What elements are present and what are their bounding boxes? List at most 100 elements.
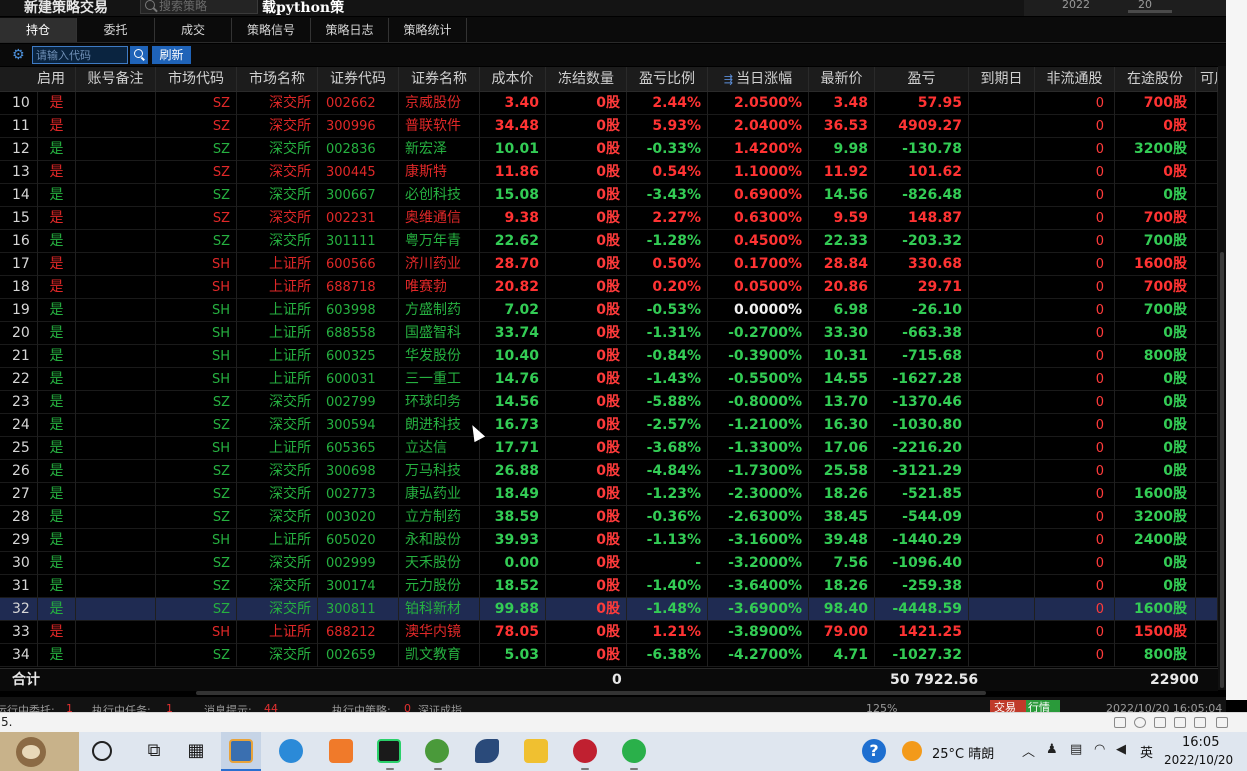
column-header[interactable]: 启用 <box>0 67 76 92</box>
table-row[interactable]: 21 是 SH 上证所 600325 华发股份 10.40 0股 -0.84% -0.3900% 1… <box>0 345 1218 368</box>
table-row[interactable]: 18 是 SH 上证所 688718 唯赛勃 20.82 0股 0.20% 0.0500% 20.8… <box>0 276 1218 299</box>
python-snake-icon[interactable] <box>425 739 449 763</box>
chat-app-icon[interactable] <box>329 739 353 763</box>
weather-text[interactable]: 25°C 晴朗 <box>932 743 994 762</box>
table-row[interactable]: 12 是 SZ 深交所 002836 新宏泽 10.01 0股 -0.33% 1.4200% 9.9… <box>0 138 1218 161</box>
column-header[interactable]: 在途股份 <box>1115 67 1196 92</box>
message-icon[interactable]: ▤ <box>1070 742 1082 757</box>
column-header[interactable]: 盈亏 <box>875 67 969 92</box>
table-row[interactable]: 34 是 SZ 深交所 002659 凯文教育 5.03 0股 -6.38% -4.2700% 4.… <box>0 644 1218 667</box>
trade-label[interactable]: 交易 <box>994 699 1016 712</box>
print-icon[interactable] <box>1194 717 1206 728</box>
table-row[interactable]: 25 是 SH 上证所 605365 立达信 17.71 0股 -3.68% -1.3300% 17… <box>0 437 1218 460</box>
table-row[interactable]: 28 是 SZ 深交所 003020 立方制药 38.59 0股 -0.36% -2.6300% 3… <box>0 506 1218 529</box>
column-header[interactable]: 非流通股 <box>1035 67 1115 92</box>
copy-icon[interactable] <box>1174 717 1186 728</box>
cell-pnl: -2216.20 <box>875 437 969 460</box>
help-icon[interactable]: ? <box>862 739 886 763</box>
status-msg-value[interactable]: 44 <box>264 702 278 712</box>
search-circle-icon[interactable] <box>92 741 112 761</box>
column-header[interactable]: 账号备注 <box>76 67 156 92</box>
cell-pct: -2.57% <box>627 414 708 437</box>
table-row[interactable]: 11 是 SZ 深交所 300996 普联软件 34.48 0股 5.93% 2.0400% 36.… <box>0 115 1218 138</box>
trading-app-icon[interactable] <box>229 739 253 763</box>
column-header[interactable]: 证券代码 <box>318 67 399 92</box>
query-button[interactable] <box>130 46 148 64</box>
table-row[interactable]: 31 是 SZ 深交所 300174 元力股份 18.52 0股 -1.40% -3.6400% 1… <box>0 575 1218 598</box>
table-row[interactable]: 27 是 SZ 深交所 002773 康弘药业 18.49 0股 -1.23% -2.3000% 1… <box>0 483 1218 506</box>
table-row[interactable]: 17 是 SH 上证所 600566 济川药业 28.70 0股 0.50% 0.1700% 28.… <box>0 253 1218 276</box>
table-row[interactable]: 16 是 SZ 深交所 301111 粤万年青 22.62 0股 -1.28% 0.4500% 22… <box>0 230 1218 253</box>
vertical-scrollbar[interactable] <box>1218 66 1226 690</box>
column-header[interactable]: ⇶ 当日涨幅 <box>708 67 809 92</box>
gear-icon[interactable]: ⚙ <box>12 48 26 62</box>
file-explorer-icon[interactable] <box>524 739 548 763</box>
column-header[interactable]: 市场名称 <box>237 67 318 92</box>
cell-pnl: -544.09 <box>875 506 969 529</box>
quote-label[interactable]: 行情 <box>1028 699 1050 712</box>
tab-strategy-signals[interactable]: 策略信号 <box>232 18 311 42</box>
table-row[interactable]: 19 是 SH 上证所 603998 方盛制药 7.02 0股 -0.53% 0.0000% 6.9… <box>0 299 1218 322</box>
table-row[interactable]: 32 是 SZ 深交所 300811 铂科新材 99.88 0股 -1.48% -3.6900% 9… <box>0 598 1218 621</box>
pycharm-icon[interactable] <box>377 739 401 763</box>
tab-strategy-stats[interactable]: 策略统计 <box>389 18 467 42</box>
refresh-icon[interactable] <box>1134 717 1146 728</box>
cell-use: 是 <box>38 460 76 483</box>
column-header[interactable]: 到期日 <box>969 67 1035 92</box>
cell-expire <box>969 299 1035 322</box>
qq-icon[interactable]: ♟ <box>1046 742 1058 757</box>
table-row[interactable]: 13 是 SZ 深交所 300445 康斯特 11.86 0股 0.54% 1.1000% 11.9… <box>0 161 1218 184</box>
weather-sun-icon[interactable] <box>902 741 922 761</box>
column-header[interactable]: 冻结数量 <box>546 67 627 92</box>
ime-indicator[interactable]: 英 <box>1140 742 1153 761</box>
date-slider[interactable] <box>1128 10 1172 13</box>
column-header[interactable]: 市场代码 <box>156 67 237 92</box>
scrollbar-thumb[interactable] <box>1220 252 1224 688</box>
column-header[interactable]: 可用 <box>1196 67 1218 92</box>
table-row[interactable]: 20 是 SH 上证所 688558 国盛智科 33.74 0股 -1.31% -0.2700% 3… <box>0 322 1218 345</box>
cell-avail <box>1196 230 1218 253</box>
table-row[interactable]: 24 是 SZ 深交所 300594 朗进科技 16.73 0股 -2.57% -1.2100% 1… <box>0 414 1218 437</box>
refresh-button[interactable]: 刷新 <box>152 46 191 64</box>
tab-trades[interactable]: 成交 <box>155 18 232 42</box>
tab-positions[interactable]: 持仓 <box>0 18 77 42</box>
wifi-icon[interactable]: ◠ <box>1094 742 1105 757</box>
zoom-level[interactable]: 125% <box>866 702 897 712</box>
broker-app-icon[interactable] <box>573 739 597 763</box>
clock-date[interactable]: 2022/10/20 <box>1164 753 1233 767</box>
widgets-grid-icon[interactable]: ▦ <box>184 739 208 763</box>
column-header[interactable]: 成本价 <box>480 67 546 92</box>
column-header[interactable]: 最新价 <box>809 67 875 92</box>
cell-last: 98.40 <box>809 598 875 621</box>
column-header[interactable]: 证券名称 <box>399 67 480 92</box>
feather-pen-icon[interactable] <box>475 739 499 763</box>
column-header[interactable]: 盈亏比例 <box>627 67 708 92</box>
table-row[interactable]: 14 是 SZ 深交所 300667 必创科技 15.08 0股 -3.43% 0.6900% 14… <box>0 184 1218 207</box>
strategy-search-field[interactable]: 搜索策略 <box>140 0 258 14</box>
volume-icon[interactable]: ◀ <box>1116 742 1126 757</box>
cell-note <box>76 506 156 529</box>
cell-use: 是 <box>38 391 76 414</box>
table-row[interactable]: 22 是 SH 上证所 600031 三一重工 14.76 0股 -1.43% -0.5500% 1… <box>0 368 1218 391</box>
chevron-up-icon[interactable]: ︿ <box>1022 741 1035 760</box>
table-row[interactable]: 15 是 SZ 深交所 002231 奥维通信 9.38 0股 2.27% 0.6300% 9.59… <box>0 207 1218 230</box>
table-row[interactable]: 30 是 SZ 深交所 002999 天禾股份 0.00 0股 - -3.2000% 7.56 -10… <box>0 552 1218 575</box>
table-row[interactable]: 10 是 SZ 深交所 002662 京威股份 3.40 0股 2.44% 2.0500% 3.48… <box>0 92 1218 115</box>
start-button[interactable] <box>0 732 79 771</box>
tab-strategy-log[interactable]: 策略日志 <box>311 18 389 42</box>
task-view-icon[interactable]: ⧉ <box>142 739 166 763</box>
table-row[interactable]: 23 是 SZ 深交所 002799 环球印务 14.56 0股 -5.88% -0.8000% 1… <box>0 391 1218 414</box>
clock-time[interactable]: 16:05 <box>1182 735 1219 750</box>
sound-icon[interactable] <box>1216 717 1228 728</box>
horizontal-scrollbar[interactable] <box>196 691 986 695</box>
save-icon[interactable] <box>1154 717 1166 728</box>
tab-orders[interactable]: 委托 <box>77 18 155 42</box>
table-row[interactable]: 33 是 SH 上证所 688212 澳华内镜 78.05 0股 1.21% -3.8900% 79… <box>0 621 1218 644</box>
table-row[interactable]: 29 是 SH 上证所 605020 永和股份 39.93 0股 -1.13% -3.1600% 3… <box>0 529 1218 552</box>
code-search-input[interactable] <box>32 46 128 64</box>
edge-browser-icon[interactable] <box>279 739 303 763</box>
window-icon[interactable] <box>1114 717 1126 728</box>
cell-idx: 22 <box>0 368 38 391</box>
table-row[interactable]: 26 是 SZ 深交所 300698 万马科技 26.88 0股 -4.84% -1.7300% 2… <box>0 460 1218 483</box>
wechat-icon[interactable] <box>622 739 646 763</box>
